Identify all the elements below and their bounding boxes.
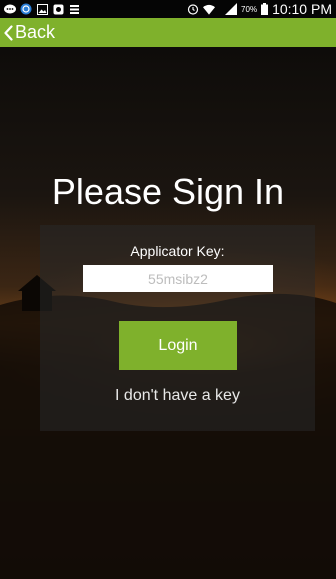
app-icon bbox=[20, 3, 32, 15]
clock: 10:10 PM bbox=[272, 1, 332, 17]
battery-percent: 70% bbox=[241, 4, 258, 14]
chat-icon bbox=[4, 3, 16, 15]
notification-icons bbox=[4, 3, 80, 15]
signal-icon bbox=[219, 3, 238, 15]
applicator-key-input[interactable] bbox=[83, 265, 273, 292]
system-icons: 70% 10:10 PM bbox=[187, 1, 332, 17]
applicator-key-label: Applicator Key: bbox=[130, 243, 225, 259]
login-button[interactable]: Login bbox=[119, 321, 237, 370]
nav-bar: Back bbox=[0, 18, 336, 47]
wifi-icon bbox=[203, 3, 216, 15]
back-label: Back bbox=[15, 22, 56, 42]
no-key-link[interactable]: I don't have a key bbox=[40, 387, 315, 405]
status-bar: 70% 10:10 PM bbox=[0, 0, 336, 18]
back-button[interactable]: Back bbox=[0, 22, 55, 43]
image-icon bbox=[36, 3, 48, 15]
alarm-icon bbox=[187, 3, 199, 15]
notes-icon bbox=[68, 3, 80, 15]
battery-icon bbox=[261, 3, 269, 15]
page-title: Please Sign In bbox=[51, 171, 285, 212]
chevron-left-icon bbox=[4, 24, 15, 41]
app-icon bbox=[52, 3, 64, 15]
signin-panel: Applicator Key: Login I don't have a key bbox=[40, 225, 315, 431]
